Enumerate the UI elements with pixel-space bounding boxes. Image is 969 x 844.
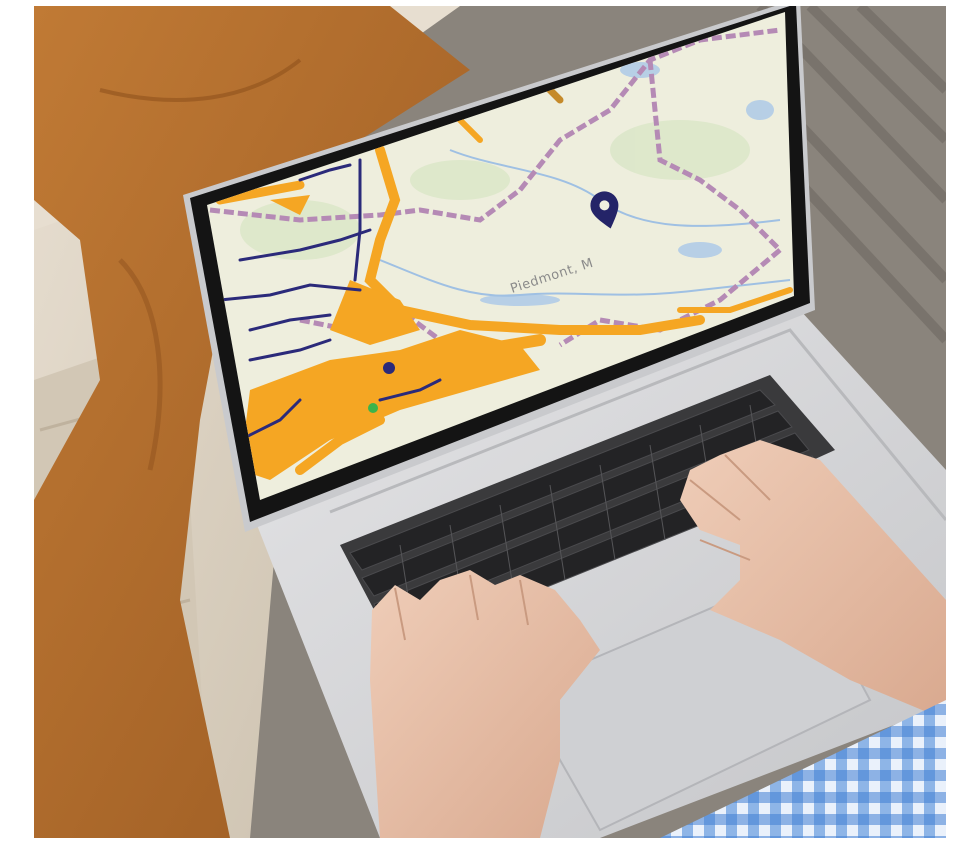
laptop-photo: Piedmont, M bbox=[0, 0, 969, 844]
